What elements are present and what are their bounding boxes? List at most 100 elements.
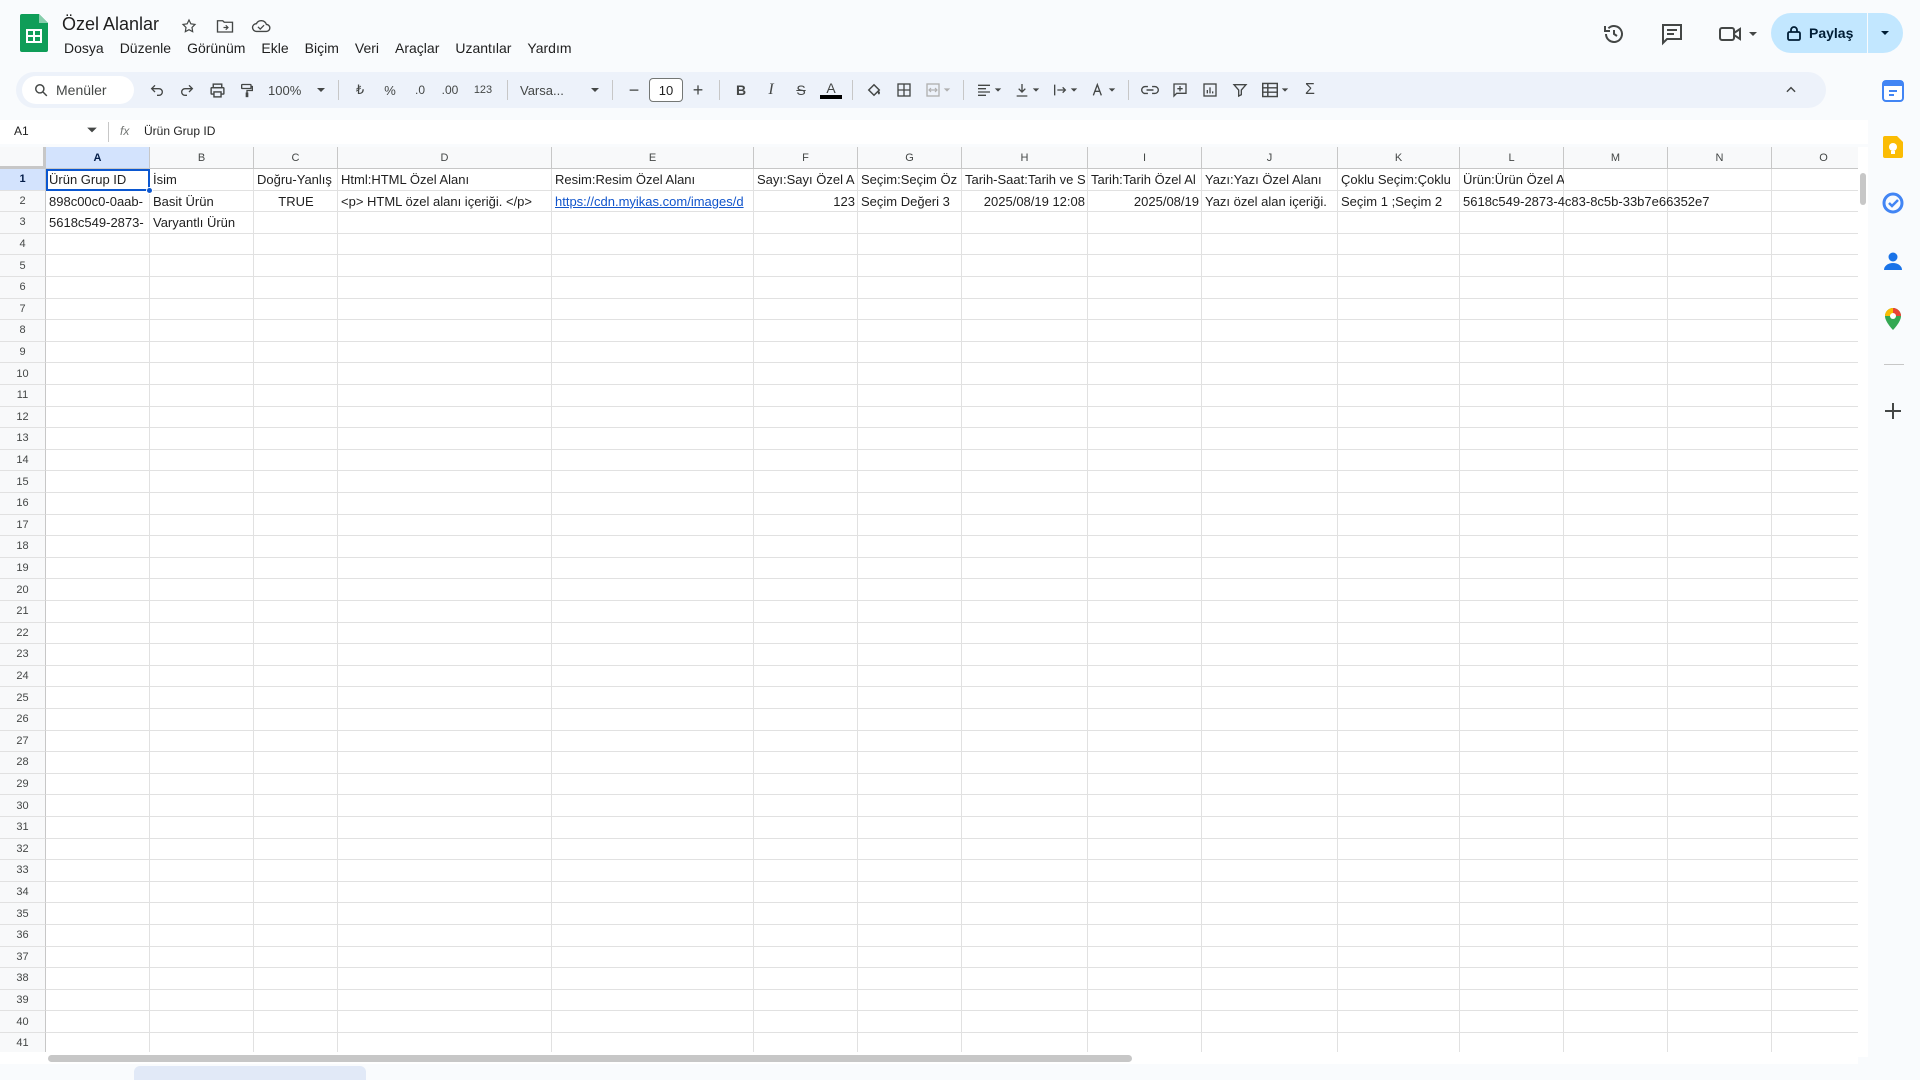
menu-veri[interactable]: Veri [347,38,387,58]
cell-b1[interactable]: İsim [150,169,254,191]
number-format-button[interactable]: 123 [465,76,501,104]
row-header[interactable]: 15 [0,471,46,493]
row-header[interactable]: 12 [0,406,46,429]
row-header[interactable]: 16 [0,493,46,515]
cell-k2[interactable]: Seçim 1 ;Seçim 2 [1338,191,1460,213]
valign-icon[interactable] [1008,76,1046,104]
menu-duzenle[interactable]: Düzenle [112,38,179,58]
paint-format-icon[interactable] [232,76,262,104]
chevron-up-icon[interactable] [1776,76,1806,104]
print-icon[interactable] [202,76,232,104]
column-header-c[interactable]: C [254,147,338,169]
fill-color-icon[interactable] [859,76,889,104]
font-size-input[interactable]: 10 [649,78,683,102]
row-header[interactable]: 1 [0,169,46,191]
row-header[interactable]: 37 [0,946,46,969]
undo-icon[interactable] [142,76,172,104]
percent-button[interactable]: % [375,76,405,104]
cell-j1[interactable]: Yazı:Yazı Özel Alanı [1202,169,1338,191]
row-header[interactable]: 26 [0,709,46,731]
move-folder-icon[interactable] [214,15,236,37]
row-header[interactable]: 32 [0,838,46,861]
cell-j2[interactable]: Yazı özel alan içeriği. [1202,191,1338,213]
row-header[interactable]: 17 [0,514,46,537]
column-header-g[interactable]: G [858,147,962,169]
currency-button[interactable]: ₺ [345,76,375,104]
menu-ekle[interactable]: Ekle [253,38,296,58]
row-header[interactable]: 22 [0,622,46,645]
row-header[interactable]: 40 [0,1011,46,1033]
cell-i1[interactable]: Tarih:Tarih Özel Al [1088,169,1202,191]
row-header[interactable]: 28 [0,752,46,774]
column-header-m[interactable]: M [1564,147,1668,169]
row-header[interactable]: 24 [0,665,46,688]
row-header[interactable]: 39 [0,989,46,1012]
column-header-a[interactable]: A [46,147,150,169]
column-header-j[interactable]: J [1202,147,1338,169]
italic-button[interactable]: I [756,76,786,104]
redo-icon[interactable] [172,76,202,104]
table-icon[interactable] [1255,76,1295,104]
column-header-f[interactable]: F [754,147,858,169]
cell-b2[interactable]: Basit Ürün [150,191,254,213]
font-select[interactable]: Varsa... [514,76,606,104]
sheet-tab[interactable] [134,1066,366,1080]
row-header[interactable]: 31 [0,817,46,839]
calendar-icon[interactable] [1880,78,1906,104]
cell-f2[interactable]: 123 [754,191,858,213]
cell-a3[interactable]: 5618c549-2873- [46,212,150,234]
cell-h2[interactable]: 2025/08/19 12:08 [962,191,1088,213]
row-header[interactable]: 36 [0,925,46,947]
strikethrough-button[interactable]: S [786,76,816,104]
column-header-e[interactable]: E [552,147,754,169]
cell-c2[interactable]: TRUE [254,191,338,213]
cell-i2[interactable]: 2025/08/19 [1088,191,1202,213]
history-icon[interactable] [1596,16,1632,52]
column-header-d[interactable]: D [338,147,552,169]
column-header-n[interactable]: N [1668,147,1772,169]
cell-f1[interactable]: Sayı:Sayı Özel A [754,169,858,191]
font-size-increase-button[interactable]: + [683,76,713,104]
menu-araclar[interactable]: Araçlar [387,38,447,58]
row-header[interactable]: 3 [0,212,46,234]
comment-add-icon[interactable] [1165,76,1195,104]
text-color-button[interactable]: A [816,76,846,104]
column-header-o[interactable]: O [1772,147,1858,169]
chart-icon[interactable] [1195,76,1225,104]
rotate-icon[interactable] [1084,76,1122,104]
row-header[interactable]: 7 [0,298,46,321]
menu-gorunum[interactable]: Görünüm [179,38,253,58]
wrap-icon[interactable] [1046,76,1084,104]
menu-dosya[interactable]: Dosya [56,38,112,58]
sheets-logo-icon[interactable] [20,14,48,52]
decrease-decimal-button[interactable]: .0 [405,76,435,104]
keep-icon[interactable] [1880,134,1906,160]
row-header[interactable]: 9 [0,341,46,364]
row-header[interactable]: 8 [0,320,46,342]
chevron-down-icon[interactable] [1877,25,1893,41]
cell-h1[interactable]: Tarih-Saat:Tarih ve S [962,169,1088,191]
horizontal-scroll-thumb[interactable] [48,1055,1132,1062]
link-icon[interactable] [1135,76,1165,104]
maps-icon[interactable] [1880,306,1906,332]
formula-input[interactable]: Ürün Grup ID [144,124,215,138]
tasks-icon[interactable] [1880,190,1906,216]
document-title[interactable]: Özel Alanlar [62,14,159,35]
column-header-b[interactable]: B [150,147,254,169]
select-all-corner[interactable] [0,147,46,169]
meet-icon[interactable] [1712,16,1764,52]
borders-icon[interactable] [889,76,919,104]
spreadsheet-grid[interactable]: A B C D E F G H I J K L M N O 1 2 3 4 5 6 7 8 9 10 11 12 13 14 15 16 17… [0,147,1858,1057]
row-header[interactable]: 13 [0,428,46,450]
plus-icon[interactable] [1880,398,1906,424]
column-header-h[interactable]: H [962,147,1088,169]
row-header[interactable]: 29 [0,773,46,796]
cell-a2[interactable]: 898c00c0-0aab- [46,191,150,213]
cell-e2[interactable]: https://cdn.myikas.com/images/d [552,191,754,213]
row-header[interactable]: 18 [0,536,46,558]
menu-uzantilar[interactable]: Uzantılar [447,38,519,58]
row-header[interactable]: 10 [0,363,46,385]
row-header[interactable]: 25 [0,687,46,709]
align-icon[interactable] [970,76,1008,104]
row-header[interactable]: 14 [0,449,46,472]
